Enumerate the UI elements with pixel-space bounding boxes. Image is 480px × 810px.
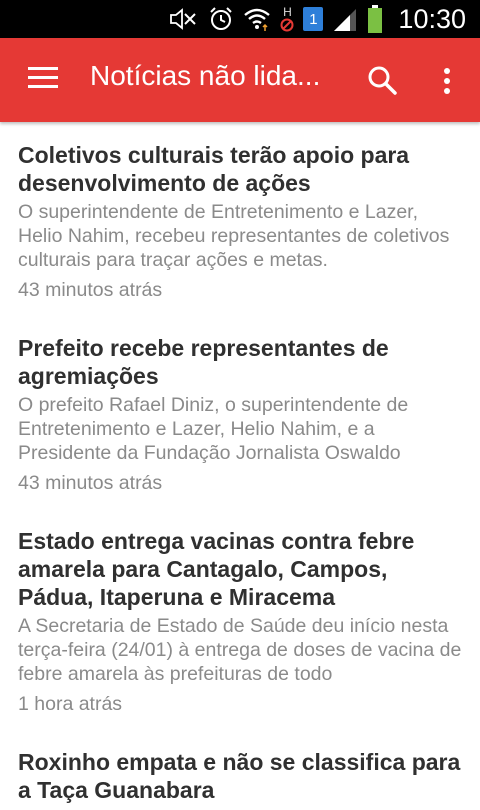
news-item[interactable]: Prefeito recebe representantes de agremi… [18,334,462,495]
battery-icon [367,5,383,33]
news-time: 43 minutos atrás [18,279,163,301]
news-item[interactable]: Roxinho empata e não se classifica para … [18,748,462,810]
news-time: 1 hora atrás [18,693,123,715]
news-title: Estado entrega vacinas contra febre amar… [18,528,415,610]
news-title: Coletivos culturais terão apoio para des… [18,142,410,196]
alarm-clock-icon [208,6,234,32]
news-summary: O superintendente de Entretenimento e La… [18,201,450,271]
news-summary: A Secretaria de Estado de Saúde deu iníc… [18,615,462,685]
search-icon[interactable] [366,64,400,98]
more-options-icon[interactable] [432,64,462,98]
status-bar: H 1 10:30 [0,0,480,38]
hd-blocked-icon: H [280,6,294,32]
app-bar: Notícias não lida... [0,38,480,122]
hd-label: H [283,5,292,19]
news-title: Prefeito recebe representantes de agremi… [18,335,389,389]
news-summary: O prefeito Rafael Diniz, o superintenden… [18,394,409,464]
news-title: Roxinho empata e não se classifica para … [18,749,461,803]
news-item[interactable]: Coletivos culturais terão apoio para des… [18,141,462,302]
wifi-icon [243,7,271,31]
news-time: 43 minutos atrás [18,472,163,494]
mute-icon [169,7,199,31]
signal-icon [332,7,358,31]
news-item[interactable]: Estado entrega vacinas contra febre amar… [18,527,462,716]
page-title: Notícias não lida... [90,60,321,91]
sim-badge: 1 [303,7,324,31]
status-time: 10:30 [398,3,466,34]
menu-icon[interactable] [28,67,58,93]
